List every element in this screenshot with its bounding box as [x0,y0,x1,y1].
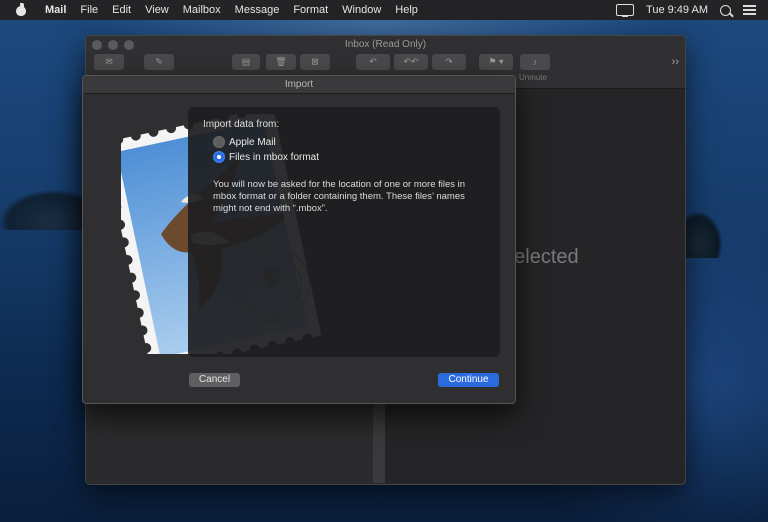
option-mbox-files-label[interactable]: Files in mbox format [229,152,319,163]
list-icon[interactable] [743,5,756,15]
wallpaper-island [0,190,90,230]
status-area: Tue 9:49 AM [616,4,768,17]
mute-button[interactable]: ♪ [520,54,550,70]
toolbar-overflow-chevron-icon[interactable]: ›› [672,56,679,68]
radio-mbox-files[interactable] [213,151,225,163]
menu-edit[interactable]: Edit [105,0,138,20]
junk-button[interactable]: ⊠ [300,54,330,70]
get-mail-button[interactable]: ✉ [94,54,124,70]
trash-icon: 🗑 [275,56,287,67]
reply-all-button[interactable]: ↶↶ [394,54,428,70]
menu-view[interactable]: View [138,0,176,20]
menu-window[interactable]: Window [335,0,388,20]
unmute-label: Unmute [519,73,548,82]
continue-button[interactable]: Continue [438,373,499,387]
search-icon[interactable] [720,4,731,16]
import-description: You will now be asked for the location o… [213,179,466,214]
cancel-button[interactable]: Cancel [189,373,240,387]
archive-icon: ▤ [241,56,251,67]
bell-icon: ♪ [532,57,538,67]
option-apple-mail[interactable]: Apple Mail [213,136,276,148]
menu-file[interactable]: File [73,0,105,20]
junk-icon: ⊠ [311,56,319,67]
menu-bar: Mail File Edit View Mailbox Message Form… [0,0,768,20]
reply-icon: ↶ [369,56,377,67]
display-icon[interactable] [616,4,635,17]
import-sheet: Import Import data from: Apple Mail File… [82,75,516,404]
option-mbox-files[interactable]: Files in mbox format [213,151,319,163]
apple-icon[interactable] [14,3,28,17]
reply-button[interactable]: ↶ [356,54,390,70]
reply-all-icon: ↶↶ [403,56,419,67]
radio-apple-mail[interactable] [213,136,225,148]
menu-mailbox[interactable]: Mailbox [176,0,228,20]
window-title: Inbox (Read Only) [344,39,427,50]
option-apple-mail-label[interactable]: Apple Mail [229,137,276,148]
import-from-label: Import data from: [203,119,280,130]
forward-button[interactable]: ↷ [432,54,466,70]
compose-icon: ✎ [155,56,163,67]
menu-message[interactable]: Message [228,0,287,20]
delete-button[interactable]: 🗑 [266,54,296,70]
menu-help[interactable]: Help [388,0,425,20]
import-options-panel: Import data from: Apple Mail Files in mb… [188,107,500,357]
flag-button[interactable]: ⚑ ▾ [479,54,513,70]
compose-button[interactable]: ✎ [144,54,174,70]
flag-icon: ⚑ ▾ [488,56,504,67]
forward-icon: ↷ [445,56,453,67]
menu-mail[interactable]: Mail [38,0,73,20]
menu-format[interactable]: Format [286,0,335,20]
archive-button[interactable]: ▤ [232,54,260,70]
get-mail-icon: ✉ [105,56,113,67]
sheet-title: Import [83,76,515,94]
wallpaper-island [682,212,722,258]
menubar-clock[interactable]: Tue 9:49 AM [646,4,708,16]
